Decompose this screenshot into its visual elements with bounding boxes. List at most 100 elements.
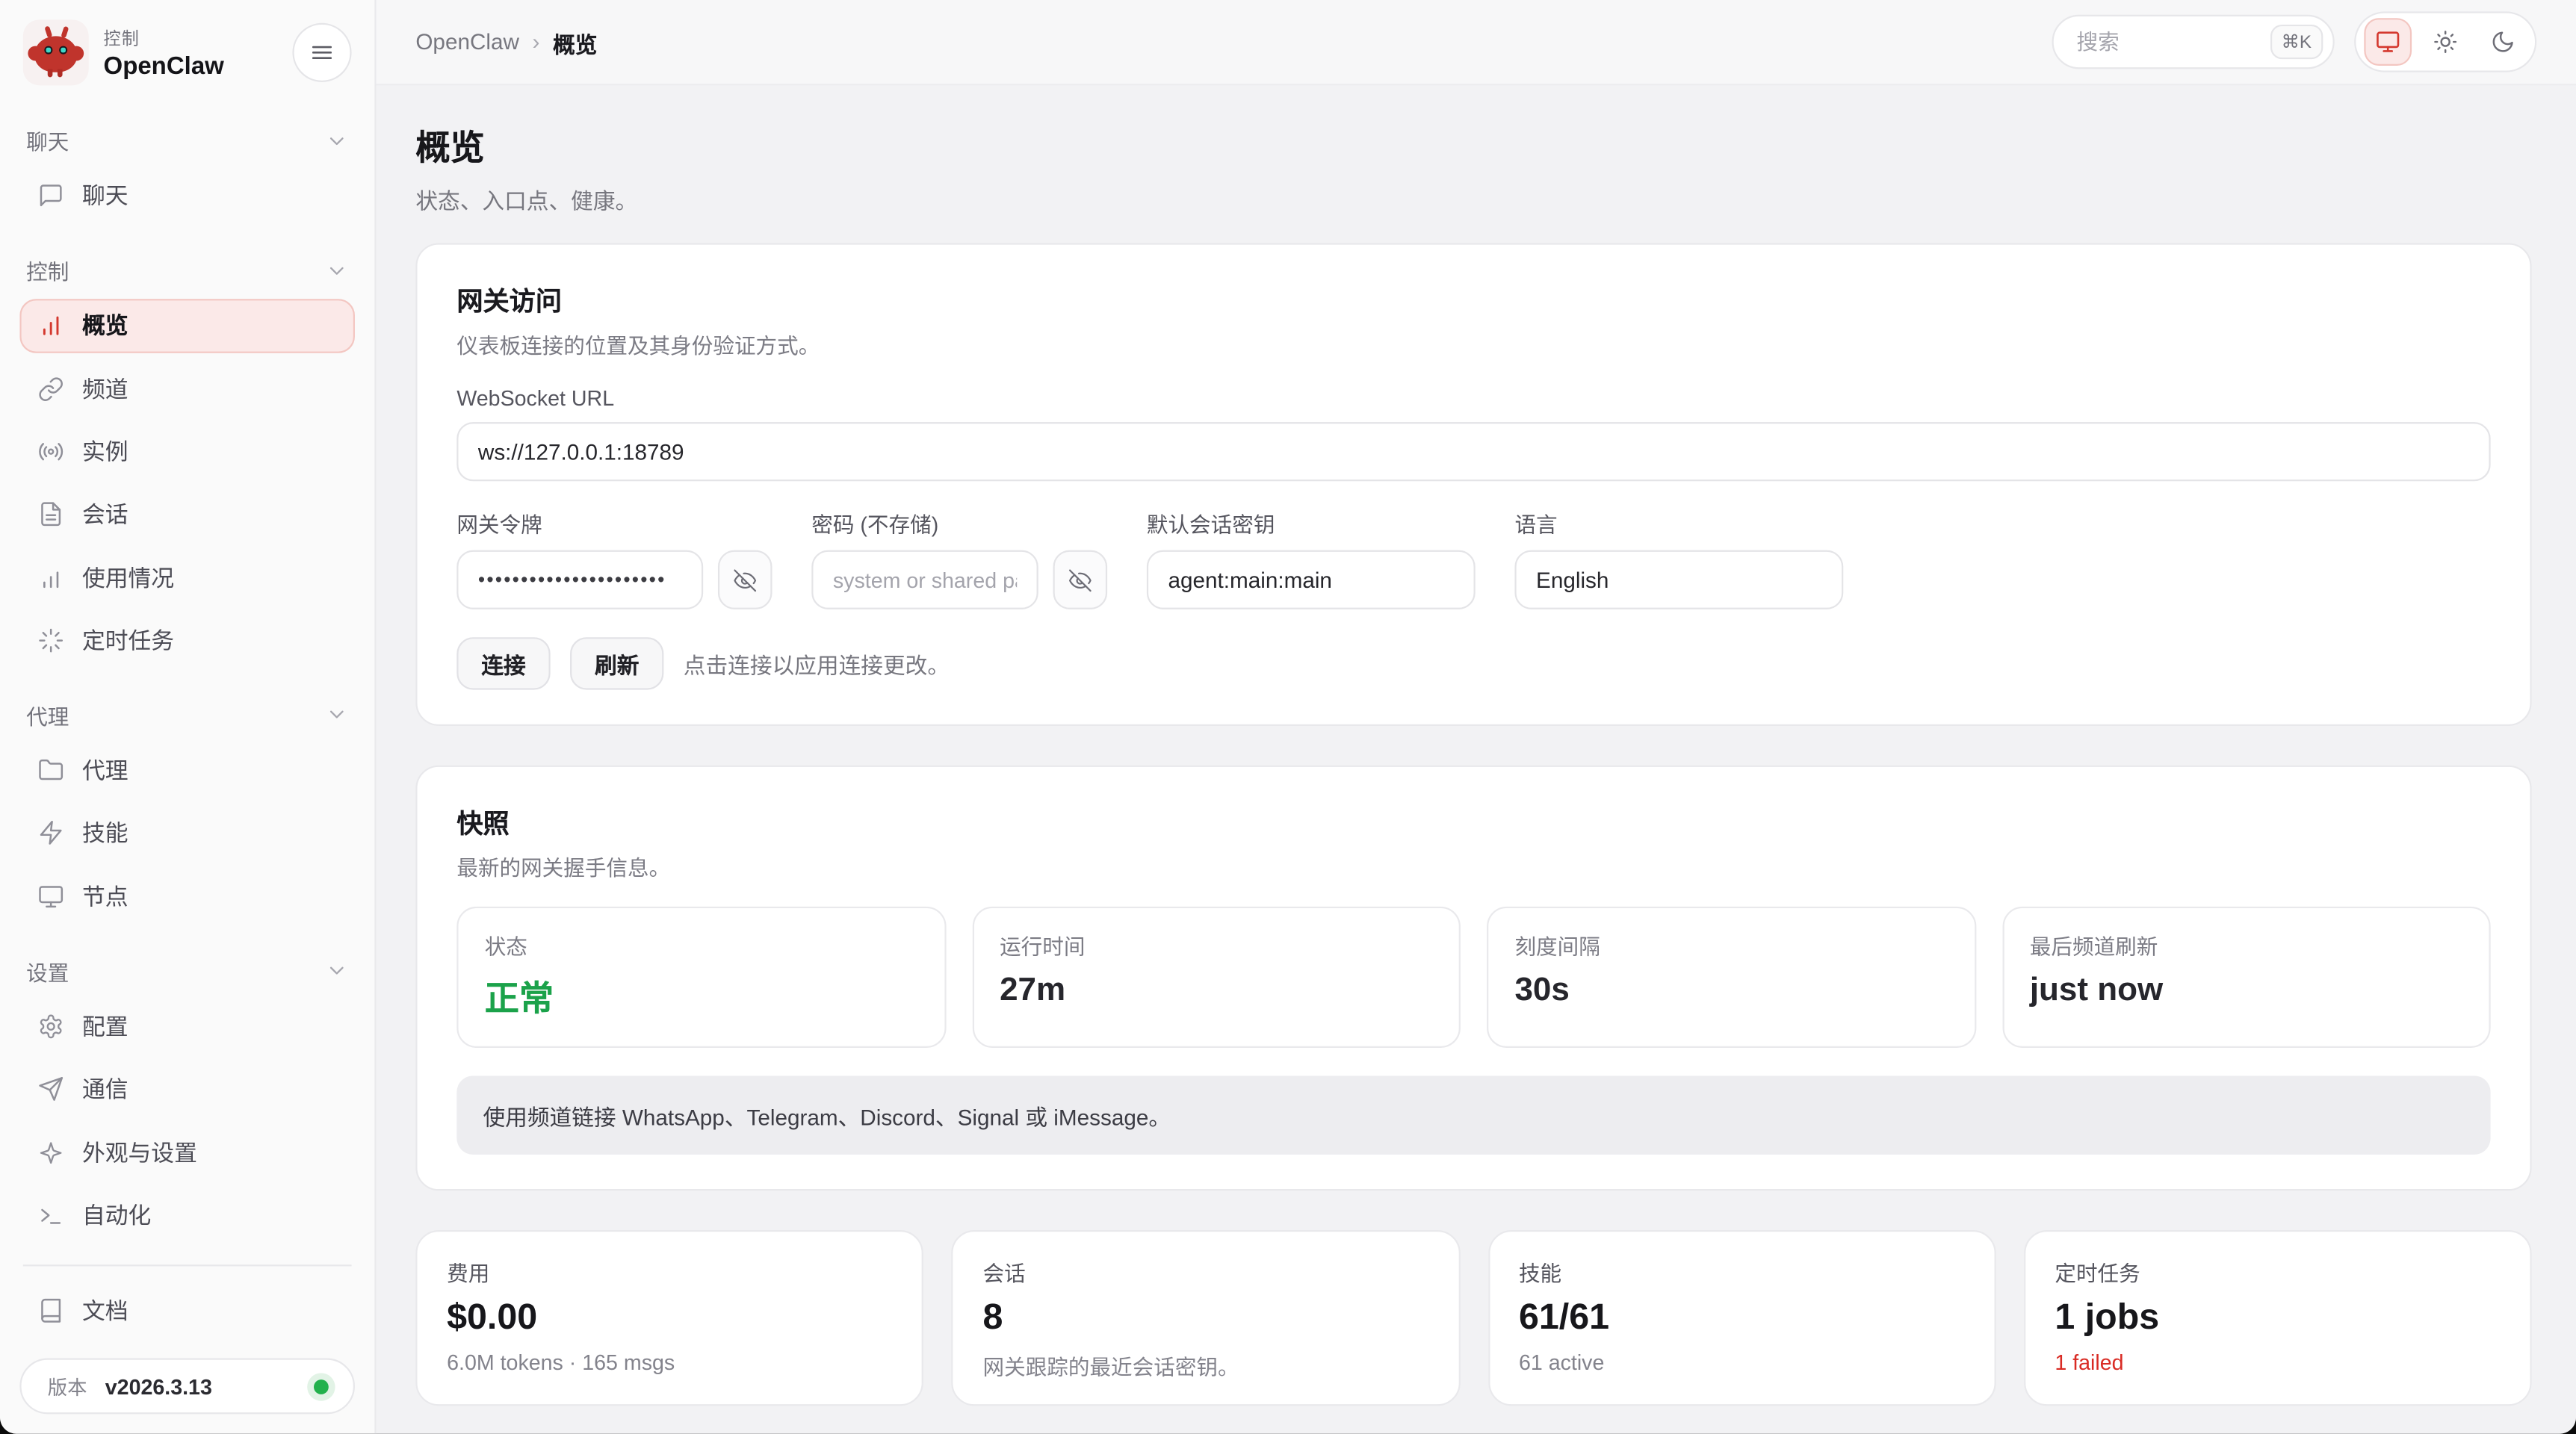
stat-skills: 技能 61/61 61 active [1487,1230,1996,1406]
search-input[interactable] [2077,30,2225,55]
breadcrumb: OpenClaw › 概览 [415,25,597,58]
stat-value: $0.00 [447,1296,892,1338]
gateway-access-card: 网关访问 仪表板连接的位置及其身份验证方式。 WebSocket URL 网关令… [415,243,2531,726]
brand-block: 控制 OpenClaw [104,25,224,80]
chevron-down-icon [325,129,348,152]
snapshot-tiles: 状态 正常 运行时间 27m 刻度间隔 30s 最后频道刷新 just now [456,907,2490,1048]
sidebar-item-config[interactable]: 配置 [19,1000,355,1053]
toggle-token-visibility-button[interactable] [718,550,773,609]
refresh-button[interactable]: 刷新 [570,637,663,689]
monitor-icon [38,883,64,909]
sidebar-item-docs[interactable]: 文档 [19,1282,355,1338]
sidebar-section-chat[interactable]: 聊天 [19,102,355,169]
section-label: 聊天 [26,125,69,156]
sidebar: 控制 OpenClaw 聊天 聊天 控制 [0,0,377,1434]
status-dot-green [314,1379,329,1394]
app-window: 控制 OpenClaw 聊天 聊天 控制 [0,0,2576,1434]
breadcrumb-root[interactable]: OpenClaw [415,30,519,55]
tile-tick-interval: 刻度间隔 30s [1487,907,1975,1048]
version-value: v2026.3.13 [105,1374,212,1398]
websocket-url-input[interactable] [456,422,2490,481]
sidebar-item-skills[interactable]: 技能 [19,807,355,860]
sidebar-item-communication[interactable]: 通信 [19,1063,355,1116]
stats-row: 费用 $0.00 6.0M tokens · 165 msgs 会话 8 网关跟… [415,1230,2531,1406]
sidebar-section-control[interactable]: 控制 [19,232,355,299]
bar-chart-icon [38,313,64,339]
sidebar-item-channels[interactable]: 频道 [19,362,355,415]
page-title: 概览 [415,122,2531,171]
main-area: OpenClaw › 概览 ⌘K [377,0,2576,1434]
sidebar-item-instances[interactable]: 实例 [19,425,355,478]
topbar: OpenClaw › 概览 ⌘K [377,0,2576,85]
connect-hint: 点击连接以应用连接更改。 [684,647,950,680]
sidebar-item-overview[interactable]: 概览 [19,299,355,353]
sidebar-item-usage[interactable]: 使用情况 [19,551,355,604]
chevron-down-icon [325,704,348,727]
channels-note: 使用频道链接 WhatsApp、Telegram、Discord、Signal … [456,1076,2490,1155]
sidebar-item-label: 聊天 [82,179,129,212]
usage-bars-icon [38,564,64,590]
viewport: 控制 OpenClaw 聊天 聊天 控制 [0,0,2576,1434]
sidebar-item-label: 外观与设置 [82,1136,197,1169]
sidebar-collapse-button[interactable] [292,23,351,82]
sidebar-item-label: 自动化 [82,1199,151,1232]
sidebar-item-label: 实例 [82,435,129,468]
password-label: 密码 (不存储) [811,507,1107,538]
sidebar-item-label: 代理 [82,754,129,787]
section-label: 控制 [26,255,69,286]
book-icon [38,1297,64,1323]
stat-value: 61/61 [1519,1296,1964,1338]
moon-icon [2491,30,2515,55]
sidebar-item-nodes[interactable]: 节点 [19,869,355,922]
language-select[interactable] [1514,550,1843,609]
session-key-input[interactable] [1147,550,1476,609]
stat-cost: 费用 $0.00 6.0M tokens · 165 msgs [415,1230,923,1406]
theme-dark-button[interactable] [2479,18,2527,66]
tile-label: 状态 [485,930,917,961]
tile-value: 30s [1514,972,1947,1011]
password-input[interactable] [811,550,1038,609]
topbar-right: ⌘K [2052,11,2537,72]
tile-label: 运行时间 [1000,930,1432,961]
chevron-down-icon [325,960,348,983]
page-content: 概览 状态、入口点、健康。 网关访问 仪表板连接的位置及其身份验证方式。 Web… [377,85,2576,1433]
theme-system-button[interactable] [2364,18,2412,66]
stat-value: 1 jobs [2055,1296,2500,1338]
sidebar-item-label: 频道 [82,373,129,406]
sidebar-section-settings[interactable]: 设置 [19,933,355,1000]
sidebar-item-cron[interactable]: 定时任务 [19,614,355,667]
zap-icon [38,820,64,846]
sidebar-item-label: 概览 [82,309,129,342]
theme-light-button[interactable] [2421,18,2469,66]
gateway-token-input[interactable] [456,550,703,609]
eye-off-icon [733,568,758,592]
sidebar-divider [23,1264,352,1266]
sidebar-item-appearance[interactable]: 外观与设置 [19,1126,355,1179]
sidebar-item-chat[interactable]: 聊天 [19,169,355,222]
sidebar-item-label: 配置 [82,1010,129,1043]
toggle-password-visibility-button[interactable] [1053,550,1108,609]
openclaw-logo-icon [23,19,89,85]
sidebar-section-agents[interactable]: 代理 [19,677,355,744]
search-box[interactable]: ⌘K [2052,15,2335,69]
gateway-actions: 连接 刷新 点击连接以应用连接更改。 [456,637,2490,689]
tile-value: 27m [1000,972,1432,1011]
sidebar-item-label: 通信 [82,1073,129,1105]
sidebar-item-label: 文档 [82,1294,129,1327]
sidebar-item-label: 技能 [82,817,129,850]
tile-value: just now [2030,972,2462,1011]
connect-button[interactable]: 连接 [456,637,550,689]
folder-icon [38,757,64,783]
brand-name: OpenClaw [104,52,224,79]
tile-value: 正常 [485,972,917,1022]
tile-label: 刻度间隔 [1514,930,1947,961]
card-title: 网关访问 [456,279,2490,319]
sidebar-item-automation[interactable]: 自动化 [19,1188,355,1241]
sun-icon [2433,30,2458,55]
link-icon [38,376,64,402]
sidebar-item-label: 定时任务 [82,624,174,657]
sidebar-item-sessions[interactable]: 会话 [19,488,355,541]
sidebar-item-agents[interactable]: 代理 [19,744,355,797]
sidebar-header: 控制 OpenClaw [19,16,355,102]
page-subtitle: 状态、入口点、健康。 [415,182,2531,215]
